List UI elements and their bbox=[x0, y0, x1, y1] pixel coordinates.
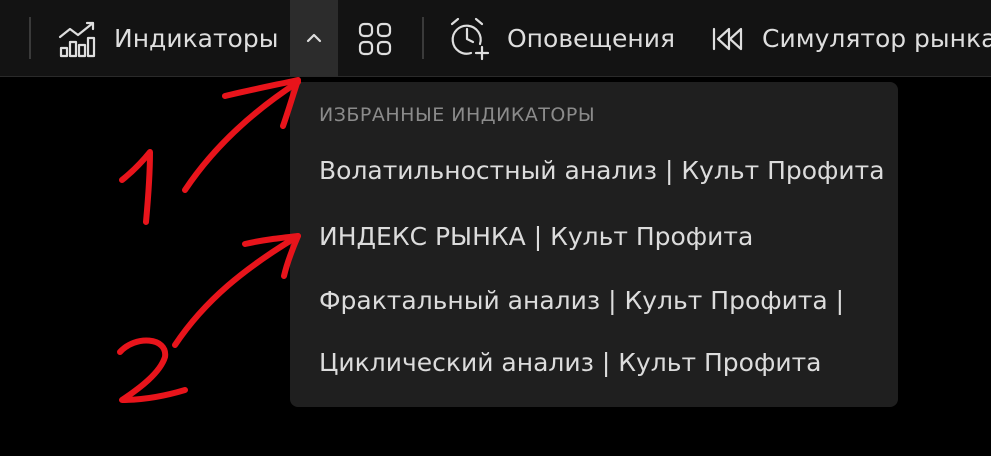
menu-item-fractal-analysis[interactable]: Фрактальный анализ | Культ Профита | bbox=[319, 286, 844, 315]
menu-item-market-index[interactable]: ИНДЕКС РЫНКА | Культ Профита bbox=[319, 222, 753, 251]
alarm-plus-icon bbox=[447, 16, 493, 62]
annotation-marker-1 bbox=[119, 149, 153, 225]
templates-button[interactable] bbox=[357, 0, 393, 77]
indicators-button[interactable]: Индикаторы bbox=[58, 0, 278, 77]
toolbar-separator bbox=[29, 17, 31, 59]
indicators-label: Индикаторы bbox=[114, 24, 279, 53]
chevron-up-icon bbox=[305, 29, 323, 48]
alerts-button[interactable]: Оповещения bbox=[447, 0, 675, 77]
market-simulator-label: Симулятор рынка bbox=[762, 24, 991, 53]
favorite-indicators-menu: ИЗБРАННЫЕ ИНДИКАТОРЫ Волатильностный ана… bbox=[290, 82, 898, 407]
alerts-label: Оповещения bbox=[507, 24, 675, 53]
rewind-icon bbox=[710, 24, 746, 54]
annotation-marker-2 bbox=[117, 337, 188, 403]
annotation-arrow-2 bbox=[172, 233, 301, 348]
toolbar-separator bbox=[422, 17, 424, 59]
annotation-arrow-1 bbox=[182, 77, 301, 193]
menu-item-cyclic-analysis[interactable]: Циклический анализ | Культ Профита bbox=[319, 348, 821, 377]
chart-bars-icon bbox=[58, 20, 96, 58]
top-toolbar: Индикаторы Оповещения Симулятор рынка bbox=[0, 0, 991, 77]
menu-item-volatility-analysis[interactable]: Волатильностный анализ | Культ Профита bbox=[319, 156, 885, 185]
menu-heading: ИЗБРАННЫЕ ИНДИКАТОРЫ bbox=[319, 104, 596, 126]
favorites-dropdown-button[interactable] bbox=[290, 0, 338, 77]
grid-icon bbox=[357, 21, 393, 57]
market-simulator-button[interactable]: Симулятор рынка bbox=[710, 0, 991, 77]
